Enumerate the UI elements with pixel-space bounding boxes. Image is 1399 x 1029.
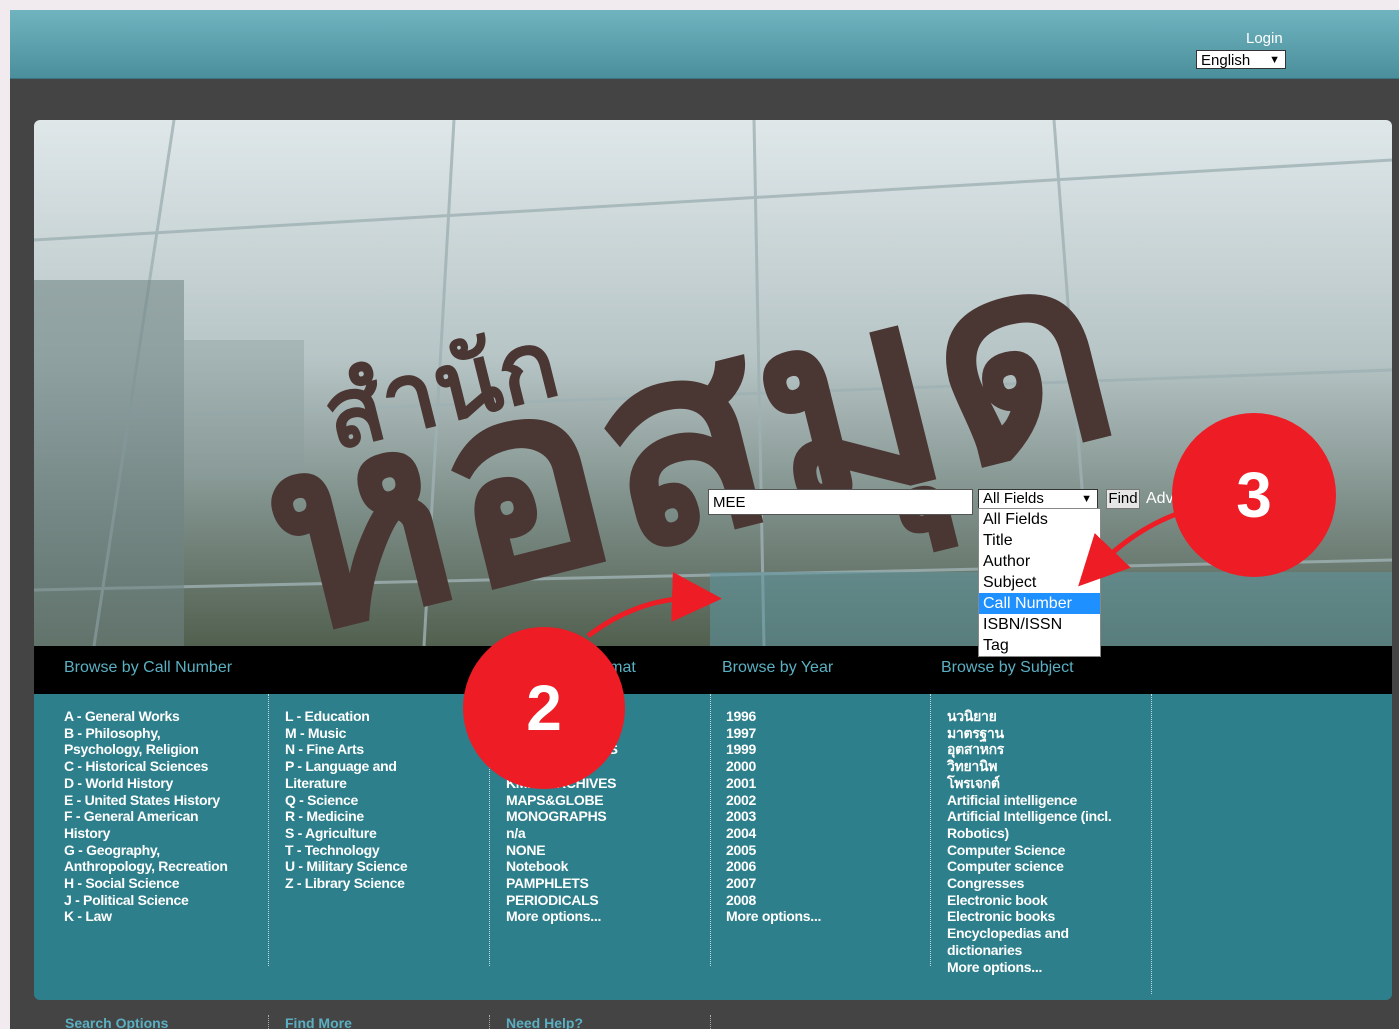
- step-2-callout: 2: [463, 627, 625, 789]
- step-3-callout: 3: [1172, 413, 1336, 577]
- arrow-2: [586, 572, 722, 638]
